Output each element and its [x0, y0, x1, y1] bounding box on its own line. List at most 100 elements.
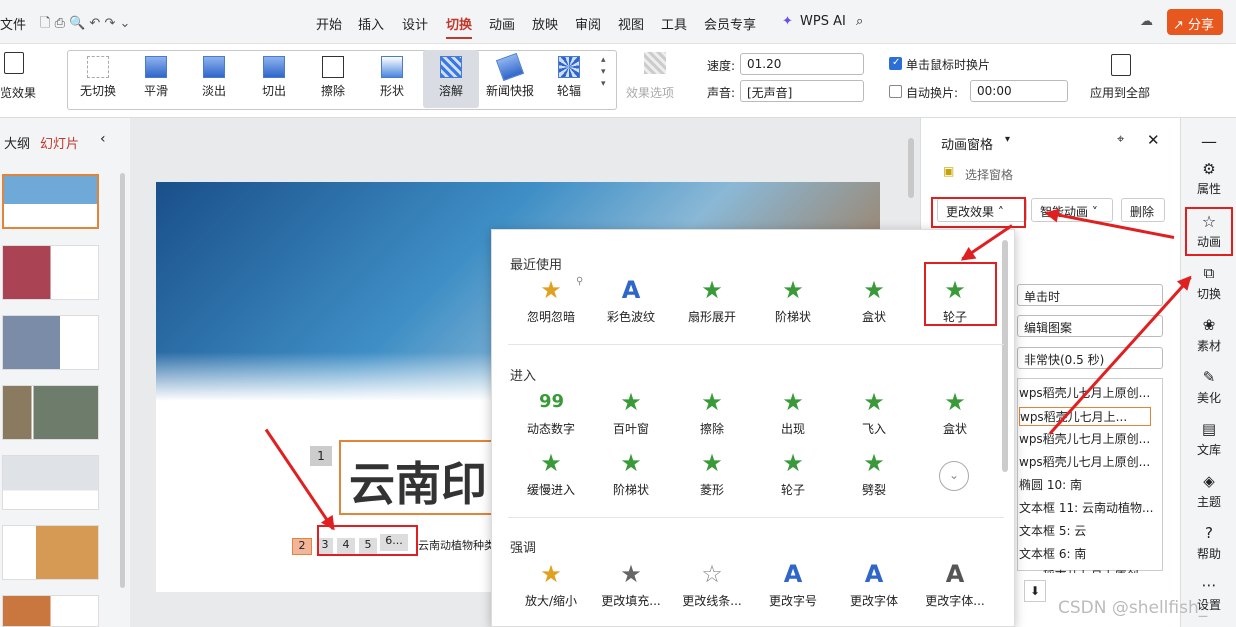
- news-icon: [495, 52, 525, 82]
- effect-fan[interactable]: ★ 扇形展开: [672, 278, 752, 325]
- effect-wheel-enter[interactable]: ★ 轮子: [753, 451, 833, 498]
- effect-options-button[interactable]: 效果选项: [626, 84, 674, 101]
- transition-dissolve[interactable]: 溶解: [423, 50, 479, 108]
- pane-menu-icon[interactable]: ▾: [1005, 134, 1010, 145]
- effect-split[interactable]: ★ 劈裂: [834, 451, 914, 498]
- tab-slides[interactable]: 幻灯片: [40, 133, 79, 152]
- effect-flicker[interactable]: ★ 忽明忽暗: [511, 278, 591, 325]
- search-icon[interactable]: ⌕: [856, 14, 863, 29]
- slide-thumb-6[interactable]: [2, 525, 99, 580]
- anim-item[interactable]: wps稻壳儿七月上原创...: [1019, 567, 1150, 573]
- collapse-icon[interactable]: ‹: [100, 131, 106, 147]
- effect-dynamic-number[interactable]: 99 动态数字: [511, 390, 591, 437]
- effect-change-line[interactable]: ☆ 更改线条...: [672, 562, 752, 609]
- minimize-icon[interactable]: —: [1181, 132, 1236, 151]
- effect-fly-in[interactable]: ★ 飞入: [834, 390, 914, 437]
- beautify-icon: ✎: [1202, 368, 1216, 386]
- transition-wheel[interactable]: 轮辐: [541, 50, 597, 108]
- pin-icon[interactable]: ⌖: [1117, 132, 1124, 147]
- anim-tag-2[interactable]: 2: [292, 538, 312, 555]
- transition-cut[interactable]: 切出: [246, 50, 302, 108]
- transition-none[interactable]: 无切换: [70, 50, 126, 108]
- effect-change-font-color[interactable]: A 更改字体...: [915, 562, 995, 609]
- expand-more-icon[interactable]: ⌄: [939, 461, 969, 491]
- transition-wipe[interactable]: 擦除: [305, 50, 361, 108]
- select-pane-button[interactable]: 选择窗格: [965, 166, 1013, 183]
- speed-select[interactable]: 非常快(0.5 秒): [1017, 347, 1163, 369]
- anim-item[interactable]: wps稻壳儿七月上原创...: [1019, 430, 1150, 447]
- tab-transition[interactable]: 切换: [446, 14, 473, 39]
- gallery-scroll[interactable]: ▴ ▾ ▾: [601, 54, 606, 90]
- sidebar-item-material[interactable]: 素材: [1181, 337, 1236, 354]
- effect-color-wave[interactable]: A 彩色波纹: [591, 278, 671, 325]
- share-button[interactable]: ↗ 分享: [1167, 9, 1223, 35]
- tab-design[interactable]: 设计: [402, 14, 428, 33]
- tab-insert[interactable]: 插入: [358, 14, 384, 33]
- title-textbox[interactable]: 云南印: [339, 440, 499, 515]
- close-icon[interactable]: ✕: [1147, 131, 1160, 149]
- effect-box[interactable]: ★ 盒状: [834, 278, 914, 325]
- sidebar-item-help[interactable]: 帮助: [1181, 545, 1236, 562]
- anim-item[interactable]: 文本框 6: 南: [1019, 545, 1086, 562]
- effect-change-size[interactable]: A 更改字号: [753, 562, 833, 609]
- effect-stairs[interactable]: ★ 阶梯状: [753, 278, 833, 325]
- transition-smooth[interactable]: 平滑: [128, 50, 184, 108]
- slide-thumb-2[interactable]: [2, 245, 99, 300]
- wps-ai-button[interactable]: WPS AI: [800, 14, 846, 29]
- tab-home[interactable]: 开始: [316, 14, 342, 33]
- tab-member[interactable]: 会员专享: [704, 14, 756, 33]
- effect-slow-enter[interactable]: ★ 缓慢进入: [511, 451, 591, 498]
- move-down-icon[interactable]: ⬇: [1024, 580, 1046, 602]
- tab-outline[interactable]: 大纲: [4, 133, 30, 152]
- start-select[interactable]: 单击时: [1017, 284, 1163, 306]
- effect-change-font[interactable]: A 更改字体: [834, 562, 914, 609]
- slide-thumb-7[interactable]: [2, 595, 99, 627]
- tab-animation[interactable]: 动画: [489, 14, 515, 33]
- anim-item[interactable]: 文本框 5: 云: [1019, 522, 1086, 539]
- effect-stairs-enter[interactable]: ★ 阶梯状: [591, 451, 671, 498]
- on-click-checkbox[interactable]: [889, 57, 902, 70]
- effect-diamond[interactable]: ★ 菱形: [672, 451, 752, 498]
- transition-news[interactable]: 新闻快报: [482, 50, 538, 108]
- slide-thumb-3[interactable]: [2, 315, 99, 370]
- transition-shape[interactable]: 形状: [364, 50, 420, 108]
- auto-advance-time[interactable]: 00:00: [970, 80, 1068, 102]
- sidebar-item-theme[interactable]: 主题: [1181, 493, 1236, 510]
- effect-label: 出现: [780, 422, 805, 436]
- delete-button[interactable]: 删除: [1121, 198, 1165, 222]
- anim-item[interactable]: 椭圆 10: 南: [1019, 476, 1082, 493]
- sidebar-item-library[interactable]: 文库: [1181, 441, 1236, 458]
- cloud-icon[interactable]: ☁: [1140, 14, 1153, 29]
- tab-view[interactable]: 视图: [618, 14, 644, 33]
- auto-advance-checkbox[interactable]: [889, 85, 902, 98]
- tab-review[interactable]: 审阅: [575, 14, 601, 33]
- apply-all-button[interactable]: 应用到全部: [1090, 84, 1150, 101]
- anim-index-1[interactable]: 1: [310, 446, 332, 466]
- slide-thumb-5[interactable]: [2, 455, 99, 510]
- preview-button[interactable]: 览效果: [0, 84, 36, 101]
- dropdown-scrollbar[interactable]: [1002, 240, 1008, 472]
- effect-appear[interactable]: ★ 出现: [753, 390, 833, 437]
- speed-input[interactable]: 01.20: [740, 53, 864, 75]
- effect-wipe[interactable]: ★ 擦除: [672, 390, 752, 437]
- effect-grow-shrink[interactable]: ★ 放大/缩小: [511, 562, 591, 609]
- tab-tools[interactable]: 工具: [661, 14, 687, 33]
- effect-box-enter[interactable]: ★ 盒状: [915, 390, 995, 437]
- sidebar-item-beautify[interactable]: 美化: [1181, 389, 1236, 406]
- slide-thumb-1[interactable]: [2, 174, 99, 229]
- sidebar-item-properties[interactable]: 属性: [1181, 180, 1236, 197]
- menu-file[interactable]: 文件: [0, 14, 26, 33]
- effect-blinds[interactable]: ★ 百叶窗: [591, 390, 671, 437]
- transition-fade[interactable]: 淡出: [186, 50, 242, 108]
- preview-icon[interactable]: [4, 52, 24, 74]
- effect-change-fill[interactable]: ★ 更改填充...: [591, 562, 671, 609]
- tab-slideshow[interactable]: 放映: [532, 14, 558, 33]
- anim-item[interactable]: 文本框 11: 云南动植物...: [1019, 499, 1153, 516]
- anim-item-selected[interactable]: wps稻壳儿七月上...: [1019, 407, 1151, 426]
- editor-scrollbar[interactable]: [908, 138, 914, 198]
- sound-select[interactable]: [无声音]: [740, 80, 864, 102]
- slide-thumb-4[interactable]: [2, 385, 99, 440]
- slides-scrollbar[interactable]: [120, 173, 125, 588]
- anim-item[interactable]: wps稻壳儿七月上原创...: [1019, 453, 1150, 470]
- toolbar-icons[interactable]: 🗋 ⎙ 🔍 ↶ ↷ ⌄: [40, 14, 130, 36]
